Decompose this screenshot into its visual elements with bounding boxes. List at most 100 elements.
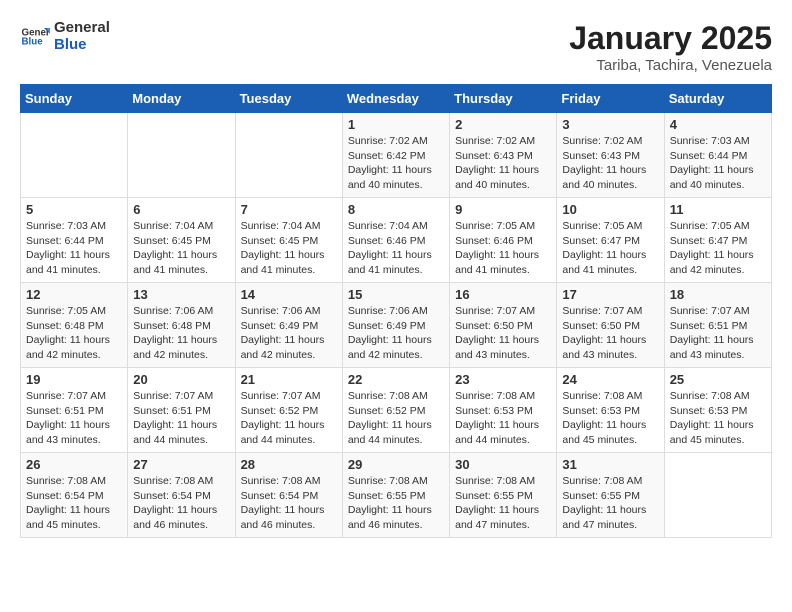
calendar-cell: 28 Sunrise: 7:08 AMSunset: 6:54 PMDayligh… [235, 453, 342, 538]
day-number: 30 [455, 457, 551, 472]
header-wednesday: Wednesday [342, 85, 449, 113]
day-number: 10 [562, 202, 658, 217]
calendar-cell: 23Sunrise: 7:08 AMSunset: 6:53 PMDayligh… [450, 368, 557, 453]
day-number: 6 [133, 202, 229, 217]
day-info: Sunrise: 7:08 AMSunset: 6:53 PMDaylight:… [455, 389, 551, 448]
day-number: 18 [670, 287, 766, 302]
day-info: Sunrise: 7:03 AMSunset: 6:44 PMDaylight:… [670, 134, 766, 193]
day-number: 19 [26, 372, 122, 387]
calendar-week-3: 12 Sunrise: 7:05 AMSunset: 6:48 PMDayligh… [21, 283, 772, 368]
day-info: Sunrise: 7:05 AMSunset: 6:47 PMDaylight:… [670, 219, 766, 278]
day-info: Sunrise: 7:02 AMSunset: 6:43 PMDaylight:… [562, 134, 658, 193]
calendar-cell: 31 Sunrise: 7:08 AMSunset: 6:55 PMDayligh… [557, 453, 664, 538]
calendar-cell: 27 Sunrise: 7:08 AMSunset: 6:54 PMDayligh… [128, 453, 235, 538]
calendar-week-1: 1Sunrise: 7:02 AMSunset: 6:42 PMDaylight… [21, 113, 772, 198]
calendar-cell: 21 Sunrise: 7:07 AMSunset: 6:52 PMDayligh… [235, 368, 342, 453]
day-info: Sunrise: 7:04 AMSunset: 6:45 PMDaylight:… [133, 219, 229, 278]
day-number: 29 [348, 457, 444, 472]
day-info: Sunrise: 7:07 AMSunset: 6:50 PMDaylight:… [455, 304, 551, 363]
calendar-table: Sunday Monday Tuesday Wednesday Thursday… [20, 84, 772, 538]
day-info: Sunrise: 7:08 AMSunset: 6:55 PMDaylight:… [455, 474, 551, 533]
day-number: 14 [241, 287, 337, 302]
header: General Blue General Blue January 2025 T… [20, 20, 772, 74]
day-info: Sunrise: 7:07 AMSunset: 6:51 PMDaylight:… [26, 389, 122, 448]
day-number: 15 [348, 287, 444, 302]
calendar-cell: 19 Sunrise: 7:07 AMSunset: 6:51 PMDayligh… [21, 368, 128, 453]
day-number: 21 [241, 372, 337, 387]
day-info: Sunrise: 7:08 AMSunset: 6:54 PMDaylight:… [241, 474, 337, 533]
day-number: 27 [133, 457, 229, 472]
day-info: Sunrise: 7:08 AMSunset: 6:55 PMDaylight:… [348, 474, 444, 533]
day-info: Sunrise: 7:08 AMSunset: 6:55 PMDaylight:… [562, 474, 658, 533]
day-info: Sunrise: 7:08 AMSunset: 6:54 PMDaylight:… [26, 474, 122, 533]
calendar-cell: 4 Sunrise: 7:03 AMSunset: 6:44 PMDaylight… [664, 113, 771, 198]
calendar-cell [664, 453, 771, 538]
day-number: 3 [562, 117, 658, 132]
header-sunday: Sunday [21, 85, 128, 113]
day-number: 31 [562, 457, 658, 472]
day-number: 1 [348, 117, 444, 132]
calendar-cell: 11Sunrise: 7:05 AMSunset: 6:47 PMDayligh… [664, 198, 771, 283]
header-monday: Monday [128, 85, 235, 113]
day-info: Sunrise: 7:06 AMSunset: 6:49 PMDaylight:… [348, 304, 444, 363]
day-number: 16 [455, 287, 551, 302]
calendar-cell [235, 113, 342, 198]
day-number: 20 [133, 372, 229, 387]
header-thursday: Thursday [450, 85, 557, 113]
calendar-cell: 3 Sunrise: 7:02 AMSunset: 6:43 PMDaylight… [557, 113, 664, 198]
day-info: Sunrise: 7:08 AMSunset: 6:54 PMDaylight:… [133, 474, 229, 533]
day-info: Sunrise: 7:05 AMSunset: 6:47 PMDaylight:… [562, 219, 658, 278]
logo-blue: Blue [54, 37, 110, 54]
day-info: Sunrise: 7:04 AMSunset: 6:46 PMDaylight:… [348, 219, 444, 278]
day-info: Sunrise: 7:05 AMSunset: 6:46 PMDaylight:… [455, 219, 551, 278]
day-number: 4 [670, 117, 766, 132]
logo-icon: General Blue [20, 22, 50, 52]
day-info: Sunrise: 7:08 AMSunset: 6:53 PMDaylight:… [670, 389, 766, 448]
calendar-cell [21, 113, 128, 198]
weekday-header-row: Sunday Monday Tuesday Wednesday Thursday… [21, 85, 772, 113]
day-info: Sunrise: 7:06 AMSunset: 6:48 PMDaylight:… [133, 304, 229, 363]
calendar-cell: 22 Sunrise: 7:08 AMSunset: 6:52 PMDayligh… [342, 368, 449, 453]
calendar-cell: 24Sunrise: 7:08 AMSunset: 6:53 PMDayligh… [557, 368, 664, 453]
day-number: 17 [562, 287, 658, 302]
day-info: Sunrise: 7:02 AMSunset: 6:43 PMDaylight:… [455, 134, 551, 193]
day-info: Sunrise: 7:07 AMSunset: 6:50 PMDaylight:… [562, 304, 658, 363]
calendar-cell: 14Sunrise: 7:06 AMSunset: 6:49 PMDayligh… [235, 283, 342, 368]
calendar-week-5: 26 Sunrise: 7:08 AMSunset: 6:54 PMDayligh… [21, 453, 772, 538]
day-info: Sunrise: 7:07 AMSunset: 6:51 PMDaylight:… [670, 304, 766, 363]
calendar-week-2: 5Sunrise: 7:03 AMSunset: 6:44 PMDaylight… [21, 198, 772, 283]
day-info: Sunrise: 7:05 AMSunset: 6:48 PMDaylight:… [26, 304, 122, 363]
calendar-week-4: 19 Sunrise: 7:07 AMSunset: 6:51 PMDayligh… [21, 368, 772, 453]
day-number: 5 [26, 202, 122, 217]
title-block: January 2025 Tariba, Tachira, Venezuela [569, 20, 772, 74]
day-number: 13 [133, 287, 229, 302]
calendar-cell: 7Sunrise: 7:04 AMSunset: 6:45 PMDaylight… [235, 198, 342, 283]
calendar-cell: 2 Sunrise: 7:02 AMSunset: 6:43 PMDaylight… [450, 113, 557, 198]
day-number: 22 [348, 372, 444, 387]
day-info: Sunrise: 7:08 AMSunset: 6:52 PMDaylight:… [348, 389, 444, 448]
calendar-cell: 17 Sunrise: 7:07 AMSunset: 6:50 PMDayligh… [557, 283, 664, 368]
calendar-cell: 8Sunrise: 7:04 AMSunset: 6:46 PMDaylight… [342, 198, 449, 283]
calendar-cell: 18 Sunrise: 7:07 AMSunset: 6:51 PMDayligh… [664, 283, 771, 368]
svg-text:Blue: Blue [22, 36, 44, 47]
day-number: 12 [26, 287, 122, 302]
logo: General Blue General Blue [20, 20, 110, 53]
calendar-cell: 12 Sunrise: 7:05 AMSunset: 6:48 PMDayligh… [21, 283, 128, 368]
calendar-cell: 1Sunrise: 7:02 AMSunset: 6:42 PMDaylight… [342, 113, 449, 198]
calendar-cell: 13 Sunrise: 7:06 AMSunset: 6:48 PMDayligh… [128, 283, 235, 368]
header-tuesday: Tuesday [235, 85, 342, 113]
day-number: 28 [241, 457, 337, 472]
calendar-title: January 2025 [569, 20, 772, 57]
day-info: Sunrise: 7:08 AMSunset: 6:53 PMDaylight:… [562, 389, 658, 448]
calendar-cell: 20Sunrise: 7:07 AMSunset: 6:51 PMDayligh… [128, 368, 235, 453]
day-info: Sunrise: 7:07 AMSunset: 6:52 PMDaylight:… [241, 389, 337, 448]
calendar-cell: 5Sunrise: 7:03 AMSunset: 6:44 PMDaylight… [21, 198, 128, 283]
calendar-cell: 26 Sunrise: 7:08 AMSunset: 6:54 PMDayligh… [21, 453, 128, 538]
calendar-cell: 29 Sunrise: 7:08 AMSunset: 6:55 PMDayligh… [342, 453, 449, 538]
day-number: 2 [455, 117, 551, 132]
day-number: 7 [241, 202, 337, 217]
header-saturday: Saturday [664, 85, 771, 113]
logo-general: General [54, 20, 110, 37]
day-number: 9 [455, 202, 551, 217]
day-number: 26 [26, 457, 122, 472]
